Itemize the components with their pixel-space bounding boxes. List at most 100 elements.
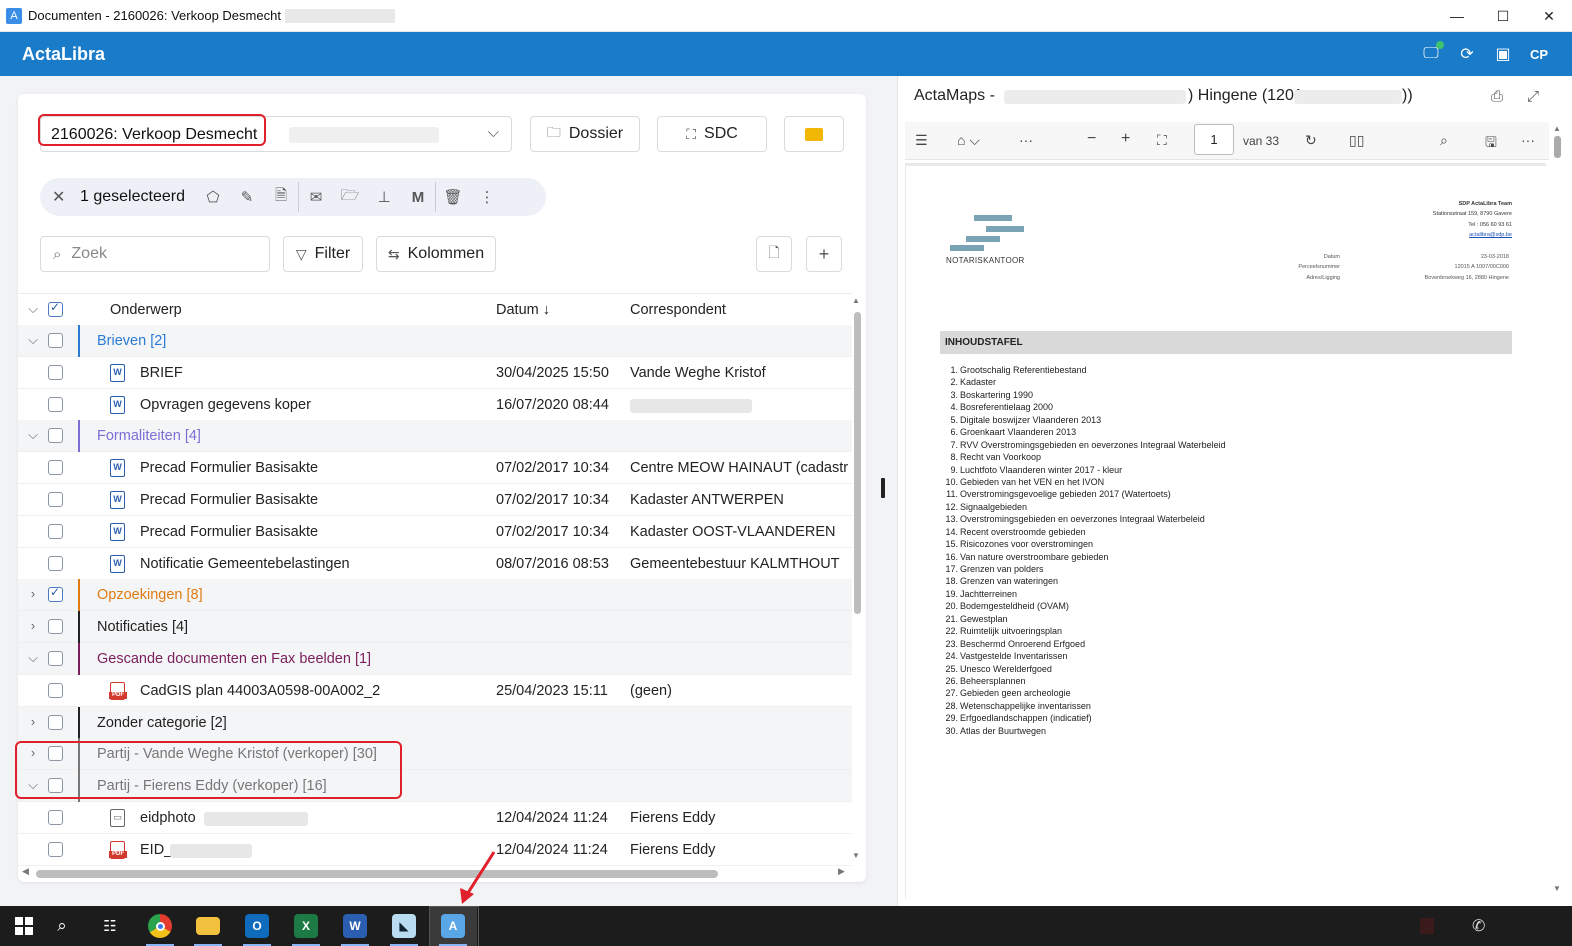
taskbar-dolphin-app[interactable]: ◣ [380, 906, 428, 946]
tray-phone-icon[interactable]: ✆ [1472, 916, 1485, 936]
expand-icon[interactable]: ⤢ [1527, 88, 1539, 105]
sdc-button[interactable]: ⛶ SDC [657, 116, 767, 152]
table-row[interactable]: ▭ eidphoto 12/04/2024 11:24 Fierens Eddy [18, 802, 852, 834]
more-tools-icon[interactable]: ··· [1019, 132, 1033, 148]
m-signature-icon[interactable]: M [401, 189, 435, 206]
panel-splitter[interactable] [881, 478, 885, 498]
taskbar-outlook[interactable]: O [233, 906, 281, 946]
sender-email[interactable]: actalibra@sdp.be [1469, 232, 1512, 238]
expand-icon[interactable]: › [26, 714, 40, 729]
table-row[interactable]: W Opvragen gegevens koper 16/07/2020 08:44 [18, 389, 852, 421]
table-row[interactable]: CadGIS plan 44003A0598-00A002_2 25/04/202… [18, 675, 852, 707]
toc-item[interactable]: 20. Bodemgesteldheid (OVAM) [940, 600, 1226, 612]
toc-item[interactable]: 10. Gebieden van het VEN en het IVON [940, 476, 1226, 488]
preview-scrollbar[interactable] [1554, 136, 1561, 158]
toc-item[interactable]: 9. Luchtfoto Vlaanderen winter 2017 - kle… [940, 464, 1226, 476]
refresh-icon[interactable]: ⟳ [1456, 44, 1478, 64]
toc-item[interactable]: 21. Gewestplan [940, 613, 1226, 625]
windows-icon[interactable]: ▣ [1492, 44, 1514, 64]
group-row[interactable]: › Opzoekingen [8] [18, 579, 852, 612]
taskbar-actalibra[interactable]: A [429, 906, 479, 946]
toc-item[interactable]: 3. Boskartering 1990 [940, 389, 1226, 401]
group-row[interactable]: › Notificaties [4] [18, 611, 852, 644]
preview-scroll-down[interactable]: ▼ [1553, 884, 1561, 893]
row-checkbox[interactable] [48, 364, 63, 380]
clear-selection-icon[interactable]: ✕ [52, 187, 66, 207]
chevron-down-icon[interactable]: ⌵ [488, 124, 499, 141]
row-checkbox[interactable] [48, 523, 63, 539]
mail-icon[interactable]: ✉ [299, 188, 333, 206]
taskbar-search[interactable]: ⌕ [38, 906, 86, 946]
toc-item[interactable]: 22. Ruimtelijk uitvoeringsplan [940, 625, 1226, 637]
toc-item[interactable]: 29. Erfgoedlandschappen (indicatief) [940, 712, 1226, 724]
monitor-icon[interactable]: 🖵 [1420, 41, 1444, 63]
row-checkbox[interactable] [48, 585, 63, 603]
pdf-more-icon[interactable]: ··· [1521, 132, 1535, 148]
select-all-checkbox[interactable] [48, 300, 63, 317]
row-checkbox[interactable] [48, 555, 63, 571]
rotate-icon[interactable]: ↻ [1305, 132, 1317, 149]
toc-item[interactable]: 27. Gebieden geen archeologie [940, 687, 1226, 699]
toc-item[interactable]: 12. Signaalgebieden [940, 501, 1226, 513]
toc-item[interactable]: 2. Kadaster [940, 376, 1226, 388]
expand-icon[interactable]: › [26, 586, 40, 601]
toc-item[interactable]: 15. Risicozones voor overstromingen [940, 538, 1226, 550]
table-row[interactable]: W Notificatie Gemeentebelastingen 08/07/20… [18, 548, 852, 580]
row-checkbox[interactable] [48, 714, 63, 730]
collapse-icon[interactable]: ⌵ [26, 650, 40, 666]
preview-scroll-up[interactable]: ▲ [1553, 124, 1561, 133]
search-input[interactable]: ⌕ Zoek [40, 236, 270, 272]
toc-item[interactable]: 30. Atlas der Buurtwegen [940, 725, 1226, 737]
toc-item[interactable]: 11. Overstromingsgevoelige gebieden 2017 … [940, 488, 1226, 500]
zoom-in-icon[interactable]: + [1121, 130, 1130, 148]
highlight-icon[interactable]: ⌂ ⌵ [957, 132, 980, 149]
stamp-icon[interactable]: ⊥ [367, 188, 401, 206]
taskbar-excel[interactable]: X [282, 906, 330, 946]
save-icon[interactable]: 🖫 [1485, 132, 1497, 156]
toc-item[interactable]: 13. Overstromingsgebieden en oeverzones I… [940, 513, 1226, 525]
toc-item[interactable]: 23. Beschermd Onroerend Erfgoed [940, 638, 1226, 650]
toc-item[interactable]: 1. Grootschalig Referentiebestand [940, 364, 1226, 376]
scroll-right-arrow[interactable]: ▶ [838, 866, 845, 877]
page-view-icon[interactable]: ▯▯ [1349, 132, 1364, 149]
file-explorer-button[interactable] [784, 116, 844, 152]
taskbar-chrome[interactable] [136, 906, 184, 946]
page-number-input[interactable]: 1 [1194, 124, 1234, 155]
group-row[interactable]: ⌵ Brieven [2] [18, 325, 852, 357]
new-document-button[interactable]: 🗋 [756, 236, 792, 272]
folder-move-icon[interactable]: 🗁 [333, 185, 367, 210]
more-options-icon[interactable]: ⋮ [470, 188, 504, 206]
zoom-out-icon[interactable]: − [1087, 130, 1096, 148]
contents-list-icon[interactable]: ☰ [915, 132, 928, 149]
table-row[interactable]: W Precad Formulier Basisakte 07/02/2017 10… [18, 484, 852, 516]
header-subject[interactable]: Onderwerp [110, 302, 182, 318]
delete-icon[interactable]: 🗑 [436, 188, 470, 206]
tray-pdf-icon[interactable] [1420, 918, 1434, 934]
table-row[interactable]: EID_ 12/04/2024 11:24 Fierens Eddy [18, 834, 852, 866]
scroll-left-arrow[interactable]: ◀ [22, 866, 29, 877]
collapse-all-icon[interactable]: ⌵ [26, 301, 40, 317]
row-checkbox[interactable] [48, 460, 63, 476]
row-checkbox[interactable] [48, 619, 63, 635]
vertical-scrollbar[interactable] [854, 312, 861, 614]
header-date[interactable]: Datum ↓ [496, 302, 550, 318]
group-row[interactable]: ⌵ Gescande documenten en Fax beelden [1] [18, 643, 852, 675]
row-checkbox[interactable] [48, 682, 63, 698]
toc-item[interactable]: 26. Beheersplannen [940, 675, 1226, 687]
row-checkbox[interactable] [48, 651, 63, 666]
row-checkbox[interactable] [48, 428, 63, 444]
group-row[interactable]: ⌵ Formaliteiten [4] [18, 420, 852, 453]
toc-item[interactable]: 19. Jachtterreinen [940, 588, 1226, 600]
document-search-icon[interactable]: 🗎 [264, 185, 298, 210]
close-button[interactable]: ✕ [1526, 0, 1572, 32]
toc-item[interactable]: 7. RVV Overstromingsgebieden en oeverzone… [940, 439, 1225, 451]
dossier-button[interactable]: 🗀 Dossier [530, 116, 640, 152]
taskbar-file-explorer[interactable] [184, 906, 232, 946]
find-icon[interactable]: ⌕ [1440, 132, 1448, 149]
table-row[interactable]: W BRIEF 30/04/2025 15:50 Vande Weghe Kristo… [18, 357, 852, 389]
fit-page-icon[interactable]: ⛶ [1157, 132, 1167, 149]
header-correspondent[interactable]: Correspondent [630, 302, 726, 318]
user-initials[interactable]: CP [1528, 47, 1550, 62]
collapse-icon[interactable]: ⌵ [26, 427, 40, 443]
row-checkbox[interactable] [48, 810, 63, 825]
